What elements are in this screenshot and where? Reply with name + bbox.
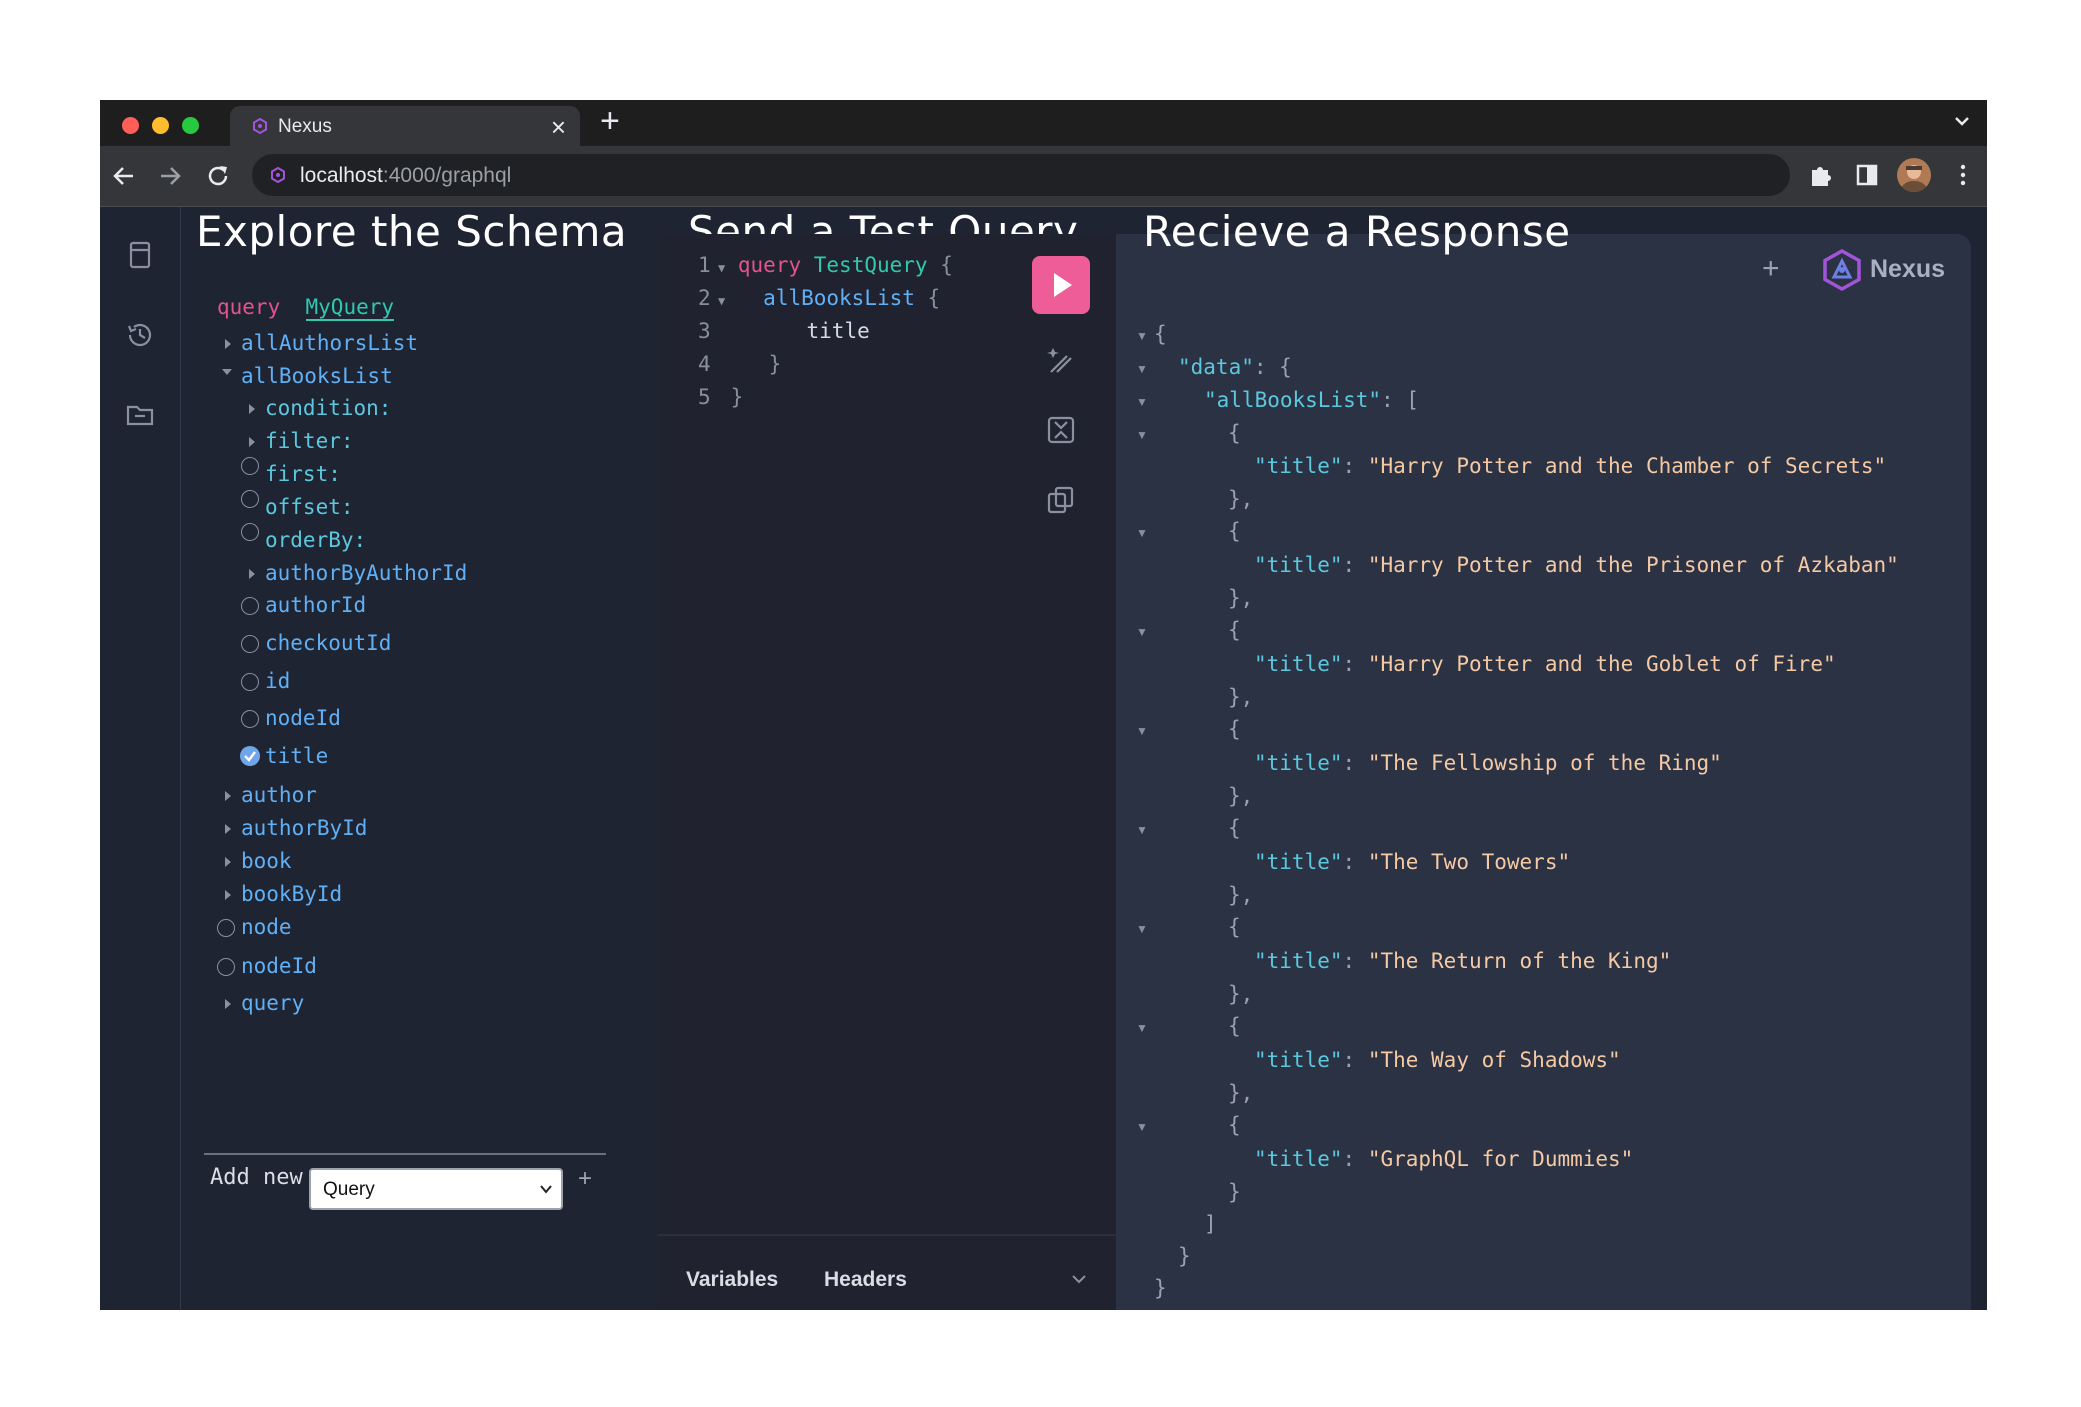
response-json: ▼ { ▼ "data": { ▼ "allBooksList": [ ▼ { … [1136, 322, 1899, 1300]
operation-header: query MyQuery [217, 295, 395, 321]
response-title-row: "title": "Harry Potter and the Chamber o… [1254, 454, 1887, 478]
prettify-icon[interactable] [1043, 342, 1079, 378]
response-title-row: "title": "The Way of Shadows" [1254, 1048, 1621, 1072]
operation-name-input[interactable]: MyQuery [305, 295, 395, 321]
merge-fragments-icon[interactable] [1043, 412, 1079, 448]
tab-title: Nexus [278, 116, 332, 137]
explorer-folder-icon[interactable] [122, 397, 158, 433]
field-checkoutId[interactable]: checkoutId [265, 631, 391, 655]
response-title-row: "title": "The Return of the King" [1254, 949, 1672, 973]
side-panel-icon[interactable] [1852, 160, 1882, 190]
caret-right-icon[interactable] [223, 856, 233, 868]
radio-unchecked-icon[interactable] [241, 710, 259, 728]
response-title-row: "title": "The Two Towers" [1254, 850, 1571, 874]
extensions-puzzle-icon[interactable] [1806, 160, 1836, 190]
field-nodeId[interactable]: nodeId [241, 954, 317, 978]
field-id[interactable]: id [265, 669, 290, 693]
editor-line: 2 ▼ allBooksList { [698, 286, 941, 310]
chevron-down-icon[interactable] [1951, 110, 1973, 132]
chevron-down-icon [540, 1185, 552, 1194]
response-title-row: "title": "Harry Potter and the Prisoner … [1254, 553, 1899, 577]
run-query-button[interactable] [1032, 256, 1090, 314]
tab-headers[interactable]: Headers [824, 1268, 907, 1292]
arg-first[interactable]: first: [265, 462, 341, 486]
arg-filter[interactable]: filter: [265, 429, 354, 453]
field-author[interactable]: author [241, 783, 317, 807]
browser-tab[interactable]: Nexus × [230, 106, 580, 146]
field-authorById[interactable]: authorById [241, 816, 367, 840]
reload-icon[interactable] [204, 162, 232, 190]
query-editor[interactable]: 1 ▼ query TestQuery { 2 ▼ allBooksList { 3… [658, 234, 1116, 1310]
field-bookById[interactable]: bookById [241, 882, 342, 906]
nexus-favicon-icon [253, 118, 267, 134]
radio-unchecked-icon[interactable] [241, 673, 259, 691]
caret-down-icon[interactable] [221, 367, 233, 377]
url-text: localhost:4000/graphql [300, 164, 512, 187]
profile-avatar[interactable] [1897, 158, 1931, 192]
explorer-divider [204, 1153, 606, 1155]
sidebar-rail [100, 207, 181, 1310]
more-vertical-icon[interactable] [1948, 160, 1978, 190]
tab-variables[interactable]: Variables [686, 1268, 778, 1292]
field-allBooksList[interactable]: allBooksList [241, 364, 393, 388]
minimize-window-button[interactable] [152, 117, 169, 134]
field-allAuthorsList[interactable]: allAuthorsList [241, 331, 418, 355]
operation-type-select[interactable]: Query [309, 1168, 563, 1210]
maximize-window-button[interactable] [182, 117, 199, 134]
tab-bar: Nexus × + [100, 100, 1987, 146]
docs-icon[interactable] [122, 237, 158, 273]
site-info-icon[interactable] [270, 167, 286, 183]
graphiql-app: Explore the Schema Send a Test Query que… [100, 207, 1987, 1310]
response-title-row: "title": "GraphQL for Dummies" [1254, 1147, 1634, 1171]
caret-right-icon[interactable] [223, 998, 233, 1010]
caret-right-icon[interactable] [247, 403, 257, 415]
editor-line: 4 } [698, 352, 782, 376]
radio-unchecked-icon[interactable] [217, 958, 235, 976]
history-icon[interactable] [122, 317, 158, 353]
field-title[interactable]: title [265, 744, 328, 768]
field-query[interactable]: query [241, 991, 304, 1015]
new-tab-icon[interactable]: + [600, 102, 620, 141]
address-bar[interactable]: localhost:4000/graphql [252, 154, 1790, 196]
add-new-label: Add new [210, 1165, 303, 1190]
radio-unchecked-icon[interactable] [241, 523, 259, 541]
caret-right-icon[interactable] [247, 436, 257, 448]
arg-condition[interactable]: condition: [265, 396, 391, 420]
back-arrow-icon[interactable] [110, 162, 138, 190]
editor-footer: Variables Headers [658, 1234, 1116, 1310]
checkbox-checked-icon[interactable] [240, 746, 260, 766]
editor-line: 5 } [698, 385, 744, 409]
caret-right-icon[interactable] [247, 568, 257, 580]
arg-orderBy[interactable]: orderBy: [265, 528, 366, 552]
field-book[interactable]: book [241, 849, 292, 873]
chevron-down-icon[interactable] [1070, 1270, 1088, 1288]
browser-window: Nexus × + localhost:4000/graphql Explore… [100, 100, 1987, 1310]
radio-unchecked-icon[interactable] [241, 635, 259, 653]
radio-unchecked-icon[interactable] [241, 490, 259, 508]
field-nodeId-inner[interactable]: nodeId [265, 706, 341, 730]
close-window-button[interactable] [122, 117, 139, 134]
copy-icon[interactable] [1043, 482, 1079, 518]
navigation-bar: localhost:4000/graphql [100, 146, 1987, 207]
caret-right-icon[interactable] [223, 338, 233, 350]
editor-line: 1 ▼ query TestQuery { [698, 253, 953, 277]
arg-offset[interactable]: offset: [265, 495, 354, 519]
caret-right-icon[interactable] [223, 790, 233, 802]
field-authorByAuthorId[interactable]: authorByAuthorId [265, 561, 467, 585]
forward-arrow-icon[interactable] [156, 162, 184, 190]
radio-unchecked-icon[interactable] [217, 919, 235, 937]
caret-right-icon[interactable] [223, 823, 233, 835]
editor-line: 3 title [698, 319, 870, 343]
response-title-row: "title": "The Fellowship of the Ring" [1254, 751, 1722, 775]
close-tab-icon[interactable]: × [551, 112, 566, 143]
response-title-row: "title": "Harry Potter and the Goblet of… [1254, 652, 1836, 676]
add-operation-button[interactable]: + [578, 1165, 592, 1193]
field-node[interactable]: node [241, 915, 292, 939]
play-icon [1054, 273, 1072, 297]
field-authorId[interactable]: authorId [265, 593, 366, 617]
radio-unchecked-icon[interactable] [241, 457, 259, 475]
radio-unchecked-icon[interactable] [241, 597, 259, 615]
caret-right-icon[interactable] [223, 889, 233, 901]
